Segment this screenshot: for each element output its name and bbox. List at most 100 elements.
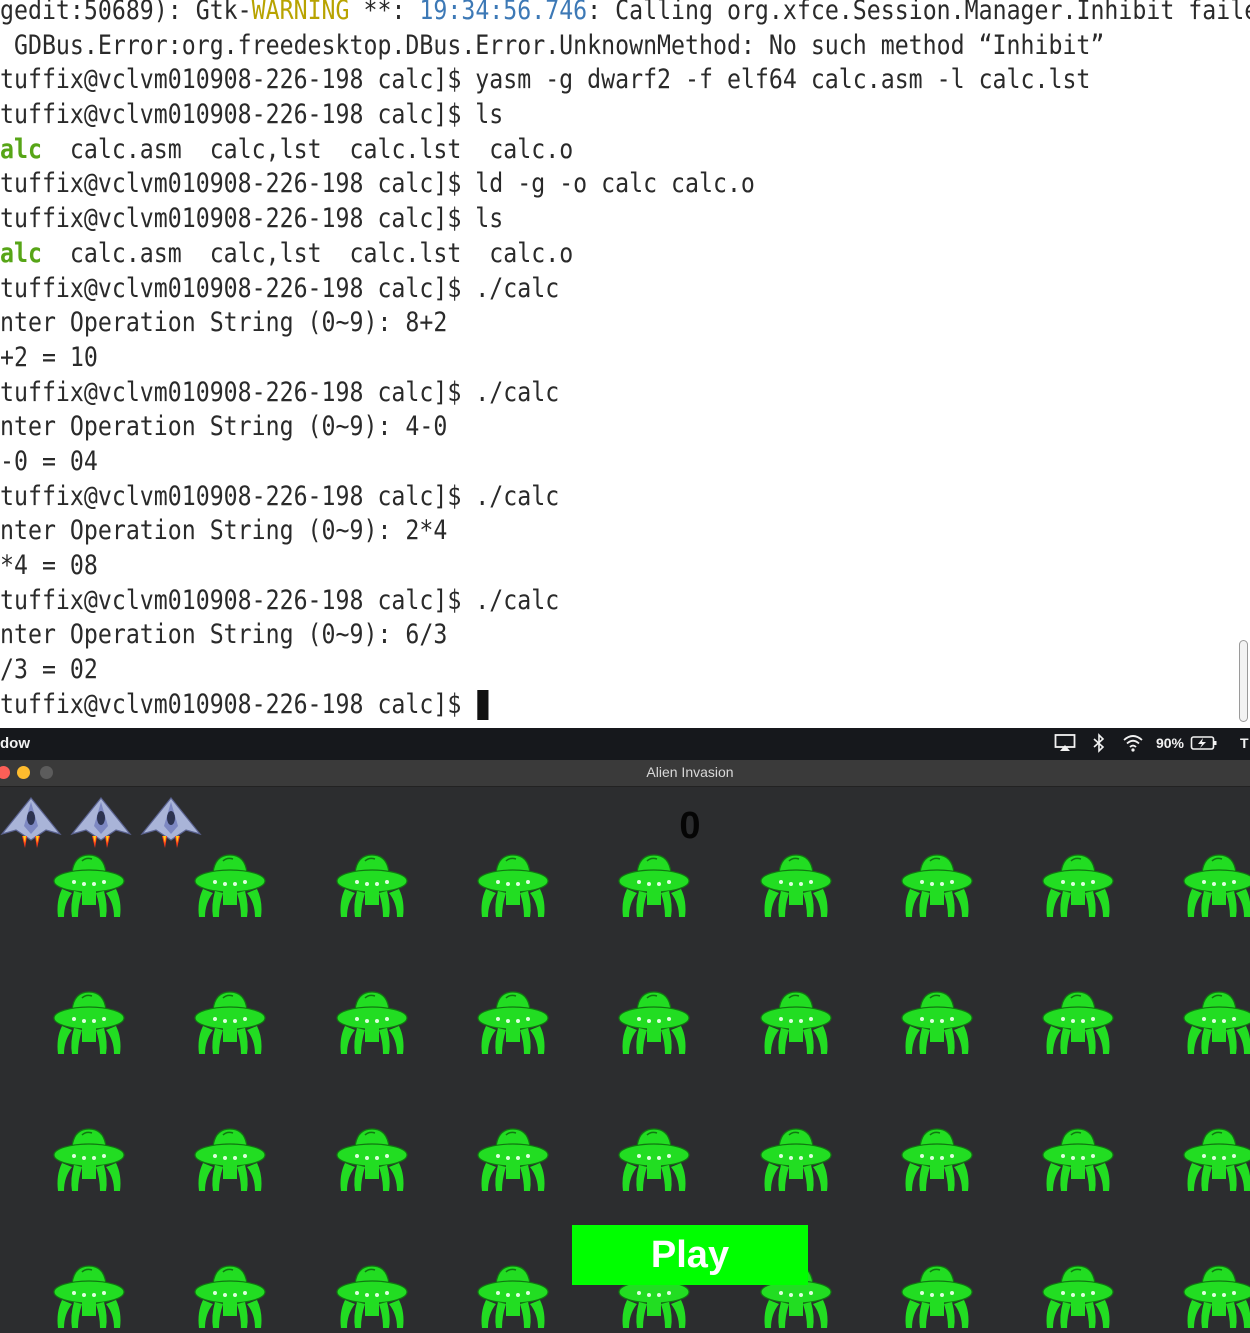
terminal-line: tuffix@vclvm010908-226-198 calc]$ yasm -… bbox=[0, 63, 1090, 98]
terminal-cursor bbox=[477, 690, 489, 721]
alien-ship bbox=[193, 851, 267, 921]
alien-ship bbox=[52, 1125, 126, 1195]
alien-ship bbox=[617, 1125, 691, 1195]
airplay-icon[interactable] bbox=[1054, 733, 1076, 753]
terminal-line: nter Operation String (0~9): 6/3 bbox=[0, 618, 1063, 653]
terminal-text: tuffix@vclvm010908-226-198 calc]$ ls bbox=[0, 203, 504, 235]
alien-ship bbox=[900, 1125, 974, 1195]
alien-ship bbox=[335, 1262, 409, 1332]
alien-ship bbox=[335, 1125, 409, 1195]
terminal-line: tuffix@vclvm010908-226-198 calc]$ ./calc bbox=[0, 272, 1063, 307]
terminal-line: gedit:50689): Gtk-WARNING **: 19:34:56.7… bbox=[0, 0, 1250, 29]
bluetooth-icon[interactable] bbox=[1088, 733, 1110, 753]
alien-ship bbox=[900, 988, 974, 1058]
alien-ship bbox=[1182, 1262, 1250, 1332]
terminal-line: tuffix@vclvm010908-226-198 calc]$ ld -g … bbox=[0, 167, 1063, 202]
menu-item-window[interactable]: dow bbox=[0, 735, 30, 752]
terminal-text: tuffix@vclvm010908-226-198 calc]$ ./calc bbox=[0, 480, 560, 512]
terminal-scrollbar[interactable] bbox=[1239, 640, 1248, 722]
terminal-line: *4 = 08 bbox=[0, 549, 1063, 584]
alien-ship bbox=[335, 851, 409, 921]
terminal-line: +2 = 10 bbox=[0, 341, 1063, 376]
terminal-line: nter Operation String (0~9): 2*4 bbox=[0, 514, 1063, 549]
terminal-text: calc.asm calc,lst calc.lst calc.o bbox=[41, 237, 574, 269]
game-canvas[interactable]: 0 Play bbox=[0, 787, 1250, 1333]
mac-menu-bar: dow 90% T bbox=[0, 728, 1250, 760]
terminal-line: nter Operation String (0~9): 4-0 bbox=[0, 410, 1063, 445]
terminal-line: tuffix@vclvm010908-226-198 calc]$ ls bbox=[0, 202, 1063, 237]
alien-ship bbox=[759, 1125, 833, 1195]
alien-ship bbox=[1041, 1262, 1115, 1332]
alien-ship bbox=[335, 988, 409, 1058]
alien-ship bbox=[900, 1262, 974, 1332]
menu-bar-status-area: 90% T bbox=[1054, 733, 1250, 753]
alien-ship bbox=[193, 1125, 267, 1195]
alien-ship bbox=[476, 1125, 550, 1195]
alien-ship bbox=[193, 988, 267, 1058]
terminal-line: alc calc.asm calc,lst calc.lst calc.o bbox=[0, 237, 1063, 272]
terminal-text: +2 = 10 bbox=[0, 341, 98, 373]
terminal-text: nter Operation String (0~9): 2*4 bbox=[0, 515, 448, 547]
alien-ship bbox=[1182, 988, 1250, 1058]
terminal-text: nter Operation String (0~9): 8+2 bbox=[0, 307, 448, 339]
terminal-text: nter Operation String (0~9): 4-0 bbox=[0, 411, 448, 443]
ship-life-icon bbox=[140, 796, 202, 852]
window-title: Alien Invasion bbox=[646, 764, 734, 780]
executable-name: alc bbox=[0, 237, 42, 269]
alien-ship bbox=[617, 851, 691, 921]
terminal-text: tuffix@vclvm010908-226-198 calc]$ ls bbox=[0, 99, 504, 131]
terminal-text: tuffix@vclvm010908-226-198 calc]$ ./calc bbox=[0, 376, 560, 408]
highlighted-text: 19:34:56.746 bbox=[419, 0, 588, 26]
play-button[interactable]: Play bbox=[572, 1225, 808, 1285]
terminal-line: alc calc.asm calc,lst calc.lst calc.o bbox=[0, 133, 1063, 168]
alien-ship bbox=[1041, 988, 1115, 1058]
terminal-text: /3 = 02 bbox=[0, 654, 98, 686]
ship-life-icon bbox=[70, 796, 132, 852]
game-window-titlebar[interactable]: Alien Invasion bbox=[0, 760, 1250, 787]
terminal-text: GDBus.Error:org.freedesktop.DBus.Error.U… bbox=[0, 29, 1105, 61]
battery-charging-icon[interactable] bbox=[1190, 733, 1218, 753]
terminal-line: -0 = 04 bbox=[0, 445, 1063, 480]
terminal-line: GDBus.Error:org.freedesktop.DBus.Error.U… bbox=[0, 29, 1104, 64]
terminal-line: /3 = 02 bbox=[0, 653, 1063, 688]
alien-ship bbox=[1041, 851, 1115, 921]
alien-ship bbox=[193, 1262, 267, 1332]
menu-bar-clock[interactable]: T bbox=[1240, 735, 1250, 751]
terminal-line: tuffix@vclvm010908-226-198 calc]$ ./calc bbox=[0, 376, 1063, 411]
terminal-text: tuffix@vclvm010908-226-198 calc]$ ld -g … bbox=[0, 168, 755, 200]
terminal-text: nter Operation String (0~9): 6/3 bbox=[0, 619, 448, 651]
terminal-text: : Calling org.xfce.Session.Manager.Inhib… bbox=[587, 0, 1250, 26]
battery-percentage[interactable]: 90% bbox=[1156, 735, 1184, 751]
alien-ship bbox=[1041, 1125, 1115, 1195]
score-display: 0 bbox=[679, 805, 701, 847]
alien-ship bbox=[476, 1262, 550, 1332]
terminal-text: *4 = 08 bbox=[0, 550, 98, 581]
alien-ship bbox=[476, 851, 550, 921]
terminal-line: tuffix@vclvm010908-226-198 calc]$ ./calc bbox=[0, 480, 1063, 515]
alien-ship bbox=[900, 851, 974, 921]
alien-ship bbox=[476, 988, 550, 1058]
wifi-icon[interactable] bbox=[1122, 733, 1144, 753]
alien-ship bbox=[617, 988, 691, 1058]
terminal-text: calc.asm calc,lst calc.lst calc.o bbox=[41, 133, 574, 165]
alien-ship bbox=[759, 988, 833, 1058]
terminal-text: tuffix@vclvm010908-226-198 calc]$ yasm -… bbox=[0, 64, 1091, 96]
highlighted-text: WARNING bbox=[251, 0, 350, 26]
terminal-text: **: bbox=[349, 0, 420, 26]
terminal-text: tuffix@vclvm010908-226-198 calc]$ bbox=[0, 688, 476, 720]
terminal-line: tuffix@vclvm010908-226-198 calc]$ ls bbox=[0, 98, 1063, 133]
terminal-line: tuffix@vclvm010908-226-198 calc]$ bbox=[0, 688, 1063, 723]
terminal-window[interactable]: gedit:50689): Gtk-WARNING **: 19:34:56.7… bbox=[0, 0, 1250, 728]
alien-ship bbox=[52, 851, 126, 921]
terminal-line: tuffix@vclvm010908-226-198 calc]$ ./calc bbox=[0, 584, 1063, 619]
terminal-text: tuffix@vclvm010908-226-198 calc]$ ./calc bbox=[0, 272, 560, 304]
alien-ship bbox=[1182, 851, 1250, 921]
terminal-output: gedit:50689): Gtk-WARNING **: 19:34:56.7… bbox=[0, 0, 1250, 723]
terminal-text: gedit:50689): Gtk- bbox=[0, 0, 252, 26]
ship-life-icon bbox=[0, 796, 62, 852]
alien-ship bbox=[52, 988, 126, 1058]
alien-ship bbox=[1182, 1125, 1250, 1195]
terminal-text: -0 = 04 bbox=[0, 445, 98, 477]
alien-ship bbox=[759, 851, 833, 921]
terminal-text: tuffix@vclvm010908-226-198 calc]$ ./calc bbox=[0, 584, 560, 616]
